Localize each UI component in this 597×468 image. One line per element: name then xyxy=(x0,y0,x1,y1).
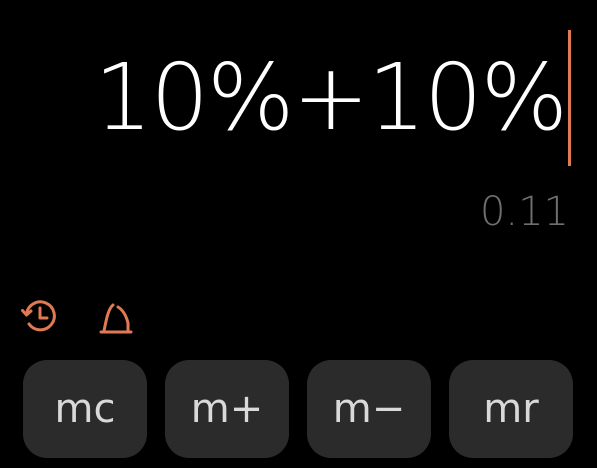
tool-row xyxy=(20,297,136,337)
memory-clear-button[interactable]: mc xyxy=(23,360,147,458)
expression-text: 10%+10% xyxy=(93,44,568,151)
history-icon[interactable] xyxy=(20,297,60,337)
memory-subtract-button[interactable]: m− xyxy=(307,360,431,458)
text-cursor xyxy=(568,30,571,166)
result-preview: 0.11 xyxy=(479,189,569,235)
expression-display[interactable]: 10%+10% xyxy=(94,30,571,166)
memory-recall-button[interactable]: mr xyxy=(449,360,573,458)
memory-add-button[interactable]: m+ xyxy=(165,360,289,458)
memory-row: mc m+ m− mr xyxy=(23,360,573,458)
angle-mode-icon[interactable] xyxy=(96,297,136,337)
